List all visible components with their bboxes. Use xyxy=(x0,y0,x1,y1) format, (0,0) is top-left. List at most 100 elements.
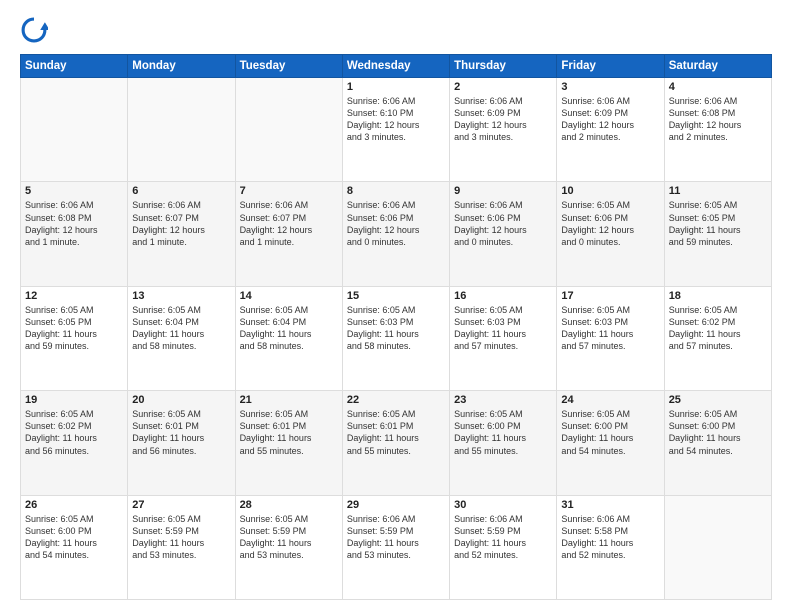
day-number: 14 xyxy=(240,290,338,302)
day-cell: 8 Sunrise: 6:06 AM Sunset: 6:06 PM Daylig… xyxy=(342,182,449,286)
day-cell: 20 Sunrise: 6:05 AM Sunset: 6:01 PM Dayli… xyxy=(128,391,235,495)
day-number: 2 xyxy=(454,81,552,93)
day-info: Sunrise: 6:06 AM Sunset: 6:07 PM Dayligh… xyxy=(240,199,338,248)
day-number: 31 xyxy=(561,499,659,511)
day-info: Sunrise: 6:06 AM Sunset: 5:59 PM Dayligh… xyxy=(454,513,552,562)
day-info: Sunrise: 6:06 AM Sunset: 6:07 PM Dayligh… xyxy=(132,199,230,248)
weekday-header-saturday: Saturday xyxy=(664,55,771,78)
day-number: 25 xyxy=(669,394,767,406)
day-number: 11 xyxy=(669,185,767,197)
day-number: 3 xyxy=(561,81,659,93)
day-info: Sunrise: 6:05 AM Sunset: 6:00 PM Dayligh… xyxy=(561,408,659,457)
week-row-5: 26Sunrise: 6:05 AM Sunset: 6:00 PM Dayli… xyxy=(21,495,772,599)
day-number: 30 xyxy=(454,499,552,511)
weekday-header-thursday: Thursday xyxy=(450,55,557,78)
day-info: Sunrise: 6:05 AM Sunset: 6:05 PM Dayligh… xyxy=(25,304,123,353)
day-info: Sunrise: 6:05 AM Sunset: 5:59 PM Dayligh… xyxy=(132,513,230,562)
logo-icon xyxy=(20,16,48,44)
day-info: Sunrise: 6:05 AM Sunset: 6:03 PM Dayligh… xyxy=(347,304,445,353)
day-number: 10 xyxy=(561,185,659,197)
day-cell: 1 Sunrise: 6:06 AM Sunset: 6:10 PM Daylig… xyxy=(342,78,449,182)
weekday-header-friday: Friday xyxy=(557,55,664,78)
day-info: Sunrise: 6:05 AM Sunset: 6:04 PM Dayligh… xyxy=(132,304,230,353)
day-info: Sunrise: 6:05 AM Sunset: 6:01 PM Dayligh… xyxy=(132,408,230,457)
weekday-header-wednesday: Wednesday xyxy=(342,55,449,78)
day-cell: 10 Sunrise: 6:05 AM Sunset: 6:06 PM Dayli… xyxy=(557,182,664,286)
day-number: 4 xyxy=(669,81,767,93)
day-cell: 14Sunrise: 6:05 AM Sunset: 6:04 PM Dayli… xyxy=(235,286,342,390)
weekday-header-monday: Monday xyxy=(128,55,235,78)
day-cell: 9Sunrise: 6:06 AM Sunset: 6:06 PM Daylig… xyxy=(450,182,557,286)
day-number: 20 xyxy=(132,394,230,406)
day-number: 17 xyxy=(561,290,659,302)
day-cell: 17Sunrise: 6:05 AM Sunset: 6:03 PM Dayli… xyxy=(557,286,664,390)
logo xyxy=(20,16,52,44)
day-number: 19 xyxy=(25,394,123,406)
day-number: 21 xyxy=(240,394,338,406)
week-row-1: 1 Sunrise: 6:06 AM Sunset: 6:10 PM Daylig… xyxy=(21,78,772,182)
day-cell: 28 Sunrise: 6:05 AM Sunset: 5:59 PM Dayli… xyxy=(235,495,342,599)
day-cell: 15 Sunrise: 6:05 AM Sunset: 6:03 PM Dayli… xyxy=(342,286,449,390)
day-cell xyxy=(128,78,235,182)
day-cell: 12 Sunrise: 6:05 AM Sunset: 6:05 PM Dayli… xyxy=(21,286,128,390)
day-cell: 27 Sunrise: 6:05 AM Sunset: 5:59 PM Dayli… xyxy=(128,495,235,599)
day-cell: 4 Sunrise: 6:06 AM Sunset: 6:08 PM Daylig… xyxy=(664,78,771,182)
day-info: Sunrise: 6:06 AM Sunset: 6:10 PM Dayligh… xyxy=(347,95,445,144)
day-info: Sunrise: 6:05 AM Sunset: 6:01 PM Dayligh… xyxy=(347,408,445,457)
day-number: 13 xyxy=(132,290,230,302)
day-number: 7 xyxy=(240,185,338,197)
day-cell: 25 Sunrise: 6:05 AM Sunset: 6:00 PM Dayli… xyxy=(664,391,771,495)
day-cell: 7 Sunrise: 6:06 AM Sunset: 6:07 PM Daylig… xyxy=(235,182,342,286)
day-number: 6 xyxy=(132,185,230,197)
day-number: 12 xyxy=(25,290,123,302)
day-info: Sunrise: 6:06 AM Sunset: 5:58 PM Dayligh… xyxy=(561,513,659,562)
day-info: Sunrise: 6:06 AM Sunset: 6:09 PM Dayligh… xyxy=(561,95,659,144)
day-cell: 22Sunrise: 6:05 AM Sunset: 6:01 PM Dayli… xyxy=(342,391,449,495)
day-info: Sunrise: 6:05 AM Sunset: 6:02 PM Dayligh… xyxy=(25,408,123,457)
day-info: Sunrise: 6:05 AM Sunset: 6:05 PM Dayligh… xyxy=(669,199,767,248)
day-cell: 21 Sunrise: 6:05 AM Sunset: 6:01 PM Dayli… xyxy=(235,391,342,495)
weekday-header-tuesday: Tuesday xyxy=(235,55,342,78)
day-info: Sunrise: 6:05 AM Sunset: 6:00 PM Dayligh… xyxy=(25,513,123,562)
day-info: Sunrise: 6:06 AM Sunset: 6:09 PM Dayligh… xyxy=(454,95,552,144)
day-number: 28 xyxy=(240,499,338,511)
day-cell: 26Sunrise: 6:05 AM Sunset: 6:00 PM Dayli… xyxy=(21,495,128,599)
day-info: Sunrise: 6:06 AM Sunset: 5:59 PM Dayligh… xyxy=(347,513,445,562)
day-info: Sunrise: 6:06 AM Sunset: 6:08 PM Dayligh… xyxy=(669,95,767,144)
day-info: Sunrise: 6:05 AM Sunset: 6:03 PM Dayligh… xyxy=(454,304,552,353)
day-number: 29 xyxy=(347,499,445,511)
day-info: Sunrise: 6:05 AM Sunset: 6:00 PM Dayligh… xyxy=(669,408,767,457)
day-cell: 11 Sunrise: 6:05 AM Sunset: 6:05 PM Dayli… xyxy=(664,182,771,286)
day-cell xyxy=(21,78,128,182)
day-cell: 29 Sunrise: 6:06 AM Sunset: 5:59 PM Dayli… xyxy=(342,495,449,599)
day-number: 16 xyxy=(454,290,552,302)
day-number: 9 xyxy=(454,185,552,197)
day-cell: 16 Sunrise: 6:05 AM Sunset: 6:03 PM Dayli… xyxy=(450,286,557,390)
day-info: Sunrise: 6:05 AM Sunset: 6:01 PM Dayligh… xyxy=(240,408,338,457)
day-info: Sunrise: 6:05 AM Sunset: 6:06 PM Dayligh… xyxy=(561,199,659,248)
day-number: 27 xyxy=(132,499,230,511)
weekday-header-sunday: Sunday xyxy=(21,55,128,78)
day-number: 5 xyxy=(25,185,123,197)
day-cell: 6 Sunrise: 6:06 AM Sunset: 6:07 PM Daylig… xyxy=(128,182,235,286)
week-row-2: 5 Sunrise: 6:06 AM Sunset: 6:08 PM Daylig… xyxy=(21,182,772,286)
day-number: 1 xyxy=(347,81,445,93)
page: SundayMondayTuesdayWednesdayThursdayFrid… xyxy=(0,0,792,612)
day-cell: 3 Sunrise: 6:06 AM Sunset: 6:09 PM Daylig… xyxy=(557,78,664,182)
week-row-4: 19 Sunrise: 6:05 AM Sunset: 6:02 PM Dayli… xyxy=(21,391,772,495)
day-cell xyxy=(664,495,771,599)
day-info: Sunrise: 6:05 AM Sunset: 5:59 PM Dayligh… xyxy=(240,513,338,562)
day-cell: 24 Sunrise: 6:05 AM Sunset: 6:00 PM Dayli… xyxy=(557,391,664,495)
day-cell: 30 Sunrise: 6:06 AM Sunset: 5:59 PM Dayli… xyxy=(450,495,557,599)
day-number: 24 xyxy=(561,394,659,406)
day-number: 18 xyxy=(669,290,767,302)
day-cell: 31 Sunrise: 6:06 AM Sunset: 5:58 PM Dayli… xyxy=(557,495,664,599)
day-number: 15 xyxy=(347,290,445,302)
header xyxy=(20,16,772,44)
day-cell: 13 Sunrise: 6:05 AM Sunset: 6:04 PM Dayli… xyxy=(128,286,235,390)
day-number: 8 xyxy=(347,185,445,197)
weekday-header-row: SundayMondayTuesdayWednesdayThursdayFrid… xyxy=(21,55,772,78)
day-cell: 19 Sunrise: 6:05 AM Sunset: 6:02 PM Dayli… xyxy=(21,391,128,495)
day-info: Sunrise: 6:06 AM Sunset: 6:08 PM Dayligh… xyxy=(25,199,123,248)
day-info: Sunrise: 6:06 AM Sunset: 6:06 PM Dayligh… xyxy=(347,199,445,248)
